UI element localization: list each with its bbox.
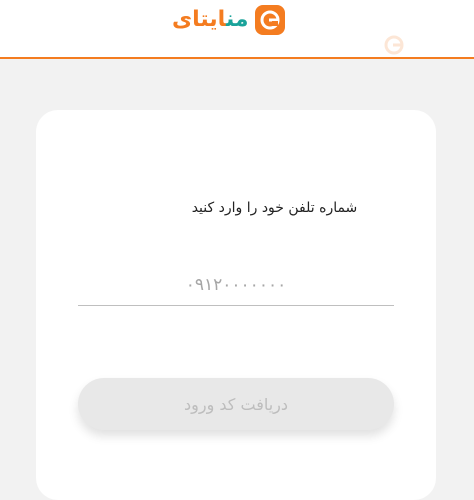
phone-field <box>78 265 394 306</box>
brand-name-part-b: من <box>225 7 249 32</box>
login-card: شماره تلفن خود را وارد کنید دریافت کد ور… <box>36 110 436 500</box>
phone-input[interactable] <box>78 265 394 305</box>
brand-name: منایتای <box>172 4 249 36</box>
phone-prompt: شماره تلفن خود را وارد کنید <box>191 200 358 216</box>
brand-logo-icon <box>254 5 285 35</box>
header-bar: منایتای <box>0 0 474 59</box>
watermark-icon <box>384 35 404 55</box>
get-code-button[interactable]: دریافت کد ورود <box>78 378 394 430</box>
brand-logo[interactable]: منایتای <box>172 4 285 36</box>
brand-name-part-a: ایتای <box>172 7 226 32</box>
